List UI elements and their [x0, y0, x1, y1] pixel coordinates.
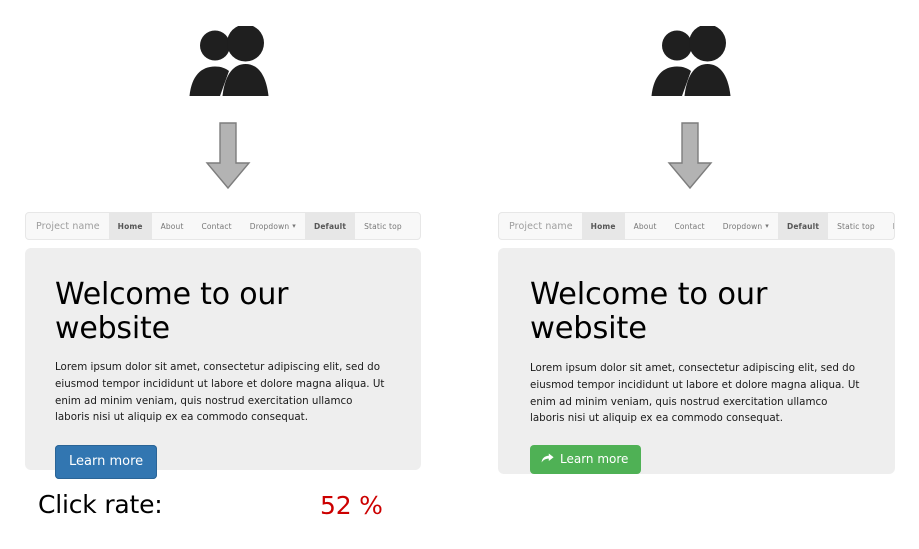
- nav-item-fixed-top[interactable]: Fixed top: [884, 213, 894, 239]
- nav-item-fixed-top[interactable]: Fixed top: [411, 213, 421, 239]
- click-rate-label: Click rate:: [38, 490, 163, 519]
- hero-title: Welcome to our website: [530, 277, 768, 347]
- browser-mock-b: Project name Home About Contact Dropdown…: [498, 212, 895, 474]
- nav-item-default[interactable]: Default: [777, 213, 829, 239]
- nav-item-home[interactable]: Home: [108, 213, 152, 239]
- nav-item-home[interactable]: Home: [581, 213, 625, 239]
- hero-title: Welcome to our website: [55, 277, 289, 346]
- chevron-down-icon: ▾: [765, 222, 769, 230]
- navbar-links: Home About Contact Dropdown ▾ Default St…: [108, 213, 421, 239]
- navbar-brand[interactable]: Project name: [26, 213, 109, 239]
- click-rate-value-a: 52 %: [320, 491, 383, 520]
- navbar: Project name Home About Contact Dropdown…: [498, 212, 895, 240]
- browser-mock-a: Project name Home About Contact Dropdown…: [25, 212, 421, 479]
- share-arrow-icon: [541, 453, 554, 465]
- down-arrow-icon: [204, 122, 251, 190]
- learn-more-button[interactable]: Learn more: [55, 444, 158, 479]
- nav-item-about[interactable]: About: [625, 213, 666, 239]
- nav-item-dropdown[interactable]: Dropdown ▾: [241, 213, 305, 239]
- people-icon-wrapper: [460, 26, 919, 98]
- people-icon: [644, 26, 736, 98]
- down-arrow-wrapper: [0, 122, 491, 190]
- nav-item-contact[interactable]: Contact: [666, 213, 714, 239]
- nav-item-static-top[interactable]: Static top: [355, 213, 411, 239]
- people-icon: [182, 26, 274, 98]
- nav-item-about[interactable]: About: [152, 213, 193, 239]
- ab-test-comparison: Project name Home About Contact Dropdown…: [0, 0, 919, 544]
- nav-item-default[interactable]: Default: [304, 213, 356, 239]
- learn-more-button[interactable]: Learn more: [530, 445, 642, 474]
- navbar-brand[interactable]: Project name: [499, 213, 582, 239]
- down-arrow-icon: [666, 122, 713, 190]
- people-icon-wrapper: [0, 26, 489, 98]
- down-arrow-wrapper: [460, 122, 919, 190]
- nav-item-contact[interactable]: Contact: [193, 213, 241, 239]
- learn-more-label: Learn more: [69, 453, 144, 469]
- hero-body: Lorem ipsum dolor sit amet, consectetur …: [530, 362, 860, 425]
- hero-jumbotron: Welcome to our website Lorem ipsum dolor…: [498, 248, 895, 474]
- navbar-links: Home About Contact Dropdown ▾ Default St…: [581, 213, 894, 239]
- chevron-down-icon: ▾: [292, 222, 296, 230]
- navbar: Project name Home About Contact Dropdown…: [25, 212, 421, 240]
- hero-body: Lorem ipsum dolor sit amet, consectetur …: [55, 361, 385, 424]
- hero-jumbotron: Welcome to our website Lorem ipsum dolor…: [25, 248, 421, 479]
- learn-more-label: Learn more: [560, 452, 629, 466]
- nav-item-dropdown[interactable]: Dropdown ▾: [714, 213, 778, 239]
- nav-item-static-top[interactable]: Static top: [828, 213, 884, 239]
- variant-b-column: Project name Home About Contact Dropdown…: [460, 0, 919, 544]
- variant-a-column: Project name Home About Contact Dropdown…: [0, 0, 455, 544]
